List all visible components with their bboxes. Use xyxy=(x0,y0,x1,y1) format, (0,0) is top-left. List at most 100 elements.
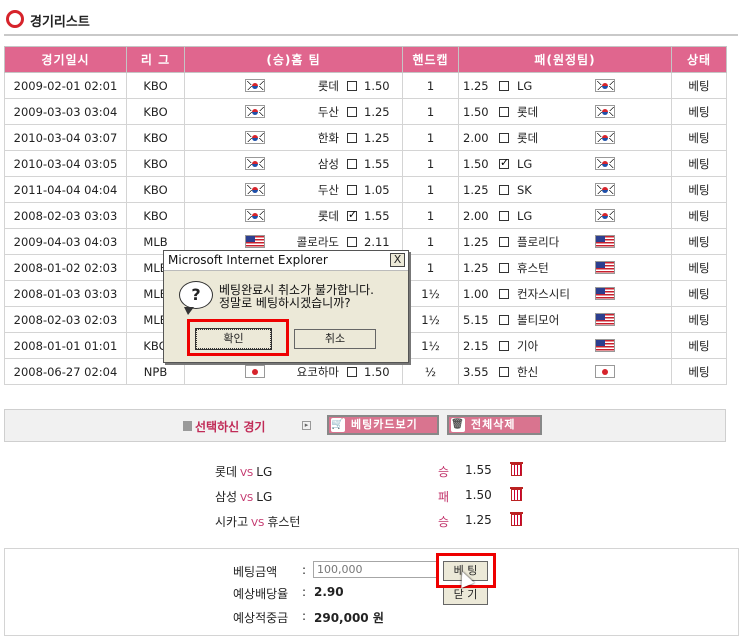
league: KBO xyxy=(126,176,185,203)
slip-item: 롯데 VS LG 승 1.55 xyxy=(215,460,535,482)
status-link[interactable]: 베팅 xyxy=(671,150,727,177)
flag-icon xyxy=(245,183,265,196)
home-checkbox[interactable] xyxy=(347,132,357,143)
handicap: 1½ xyxy=(402,280,459,307)
home-checkbox[interactable] xyxy=(347,236,357,247)
home-checkbox[interactable] xyxy=(347,366,357,377)
away-team: LG xyxy=(517,78,533,93)
slip-pick: 패 xyxy=(438,490,450,504)
away-checkbox[interactable] xyxy=(499,340,509,351)
cancel-button[interactable]: 취소 xyxy=(294,329,376,349)
slip-vs: VS xyxy=(240,493,254,504)
question-icon: ? xyxy=(179,281,213,315)
flag-icon xyxy=(595,209,615,222)
away-checkbox[interactable] xyxy=(499,106,509,117)
away-checkbox[interactable] xyxy=(499,156,509,169)
away-cell: 3.55 한신 xyxy=(458,358,672,385)
slip-vs: VS xyxy=(251,518,265,529)
status-link[interactable]: 베팅 xyxy=(671,176,727,203)
flag-icon xyxy=(595,261,615,274)
expected-rate-value: 2.90 xyxy=(314,585,344,599)
dialog-message: 베팅완료시 취소가 불가합니다. 정말로 베팅하시겠습니까? xyxy=(219,284,374,310)
away-odds: 2.15 xyxy=(463,338,489,353)
status-link[interactable]: 베팅 xyxy=(671,124,727,151)
flag-icon xyxy=(595,313,615,326)
slip-match: 시카고 VS 휴스턴 xyxy=(215,513,300,530)
close-icon[interactable]: X xyxy=(390,253,405,267)
trash-icon[interactable] xyxy=(510,487,523,501)
away-checkbox[interactable] xyxy=(499,314,509,325)
away-team: 컨자스시티 xyxy=(517,286,570,301)
away-odds: 5.15 xyxy=(463,312,489,327)
away-checkbox[interactable] xyxy=(499,288,509,299)
dialog-title: Microsoft Internet Explorer xyxy=(168,253,328,267)
away-odds: 2.00 xyxy=(463,130,489,145)
flag-icon xyxy=(245,235,265,248)
expected-payout-label: 예상적중금 xyxy=(233,611,289,625)
home-checkbox[interactable] xyxy=(347,184,357,195)
game-date: 2008-01-01 01:01 xyxy=(4,332,127,359)
home-checkbox[interactable] xyxy=(347,106,357,117)
game-date: 2009-02-01 02:01 xyxy=(4,72,127,99)
handicap: 1½ xyxy=(402,306,459,333)
status-link[interactable]: 베팅 xyxy=(671,306,727,333)
slip-item: 삼성 VS LG 패 1.50 xyxy=(215,485,535,507)
slip-away: LG xyxy=(256,465,273,479)
away-checkbox[interactable] xyxy=(499,236,509,247)
close-button[interactable]: 닫 기 xyxy=(443,585,488,605)
away-odds: 1.25 xyxy=(463,260,489,275)
away-cell: 2.00 롯데 xyxy=(458,124,672,151)
delete-all-button[interactable]: 🗑 전체삭제 xyxy=(447,415,542,435)
status-link[interactable]: 베팅 xyxy=(671,280,727,307)
trash-icon[interactable] xyxy=(510,462,523,476)
status-link[interactable]: 베팅 xyxy=(671,358,727,385)
col-league: 리 그 xyxy=(126,46,185,73)
home-team: 한화 xyxy=(317,130,339,145)
flag-icon xyxy=(595,183,615,196)
selection-label: 선택하신 경기 xyxy=(195,420,266,434)
away-checkbox[interactable] xyxy=(499,262,509,273)
status-link[interactable]: 베팅 xyxy=(671,72,727,99)
home-checkbox[interactable] xyxy=(347,208,357,221)
home-checkbox[interactable] xyxy=(347,158,357,169)
bet-amount-input[interactable]: 100,000 xyxy=(313,561,437,578)
table-row: 2009-03-03 03:04 KBO 두산 1.25 1 1.50 롯데 베팅 xyxy=(4,98,727,125)
game-date: 2009-04-03 04:03 xyxy=(4,228,127,255)
status-link[interactable]: 베팅 xyxy=(671,254,727,281)
trash-icon: 🗑 xyxy=(451,418,465,432)
home-checkbox[interactable] xyxy=(347,80,357,91)
handicap: 1 xyxy=(402,98,459,125)
flag-icon xyxy=(245,209,265,222)
flag-icon xyxy=(245,157,265,170)
table-row: 2008-02-03 03:03KBO 롯데 1.55 1 2.00 LG 베팅 xyxy=(4,202,727,229)
home-team: 요코하마 xyxy=(296,364,339,379)
away-checkbox[interactable] xyxy=(499,210,509,221)
trash-icon[interactable] xyxy=(510,512,523,526)
slip-match: 삼성 VS LG xyxy=(215,488,272,505)
home-team: 롯데 xyxy=(317,208,339,223)
away-checkbox[interactable] xyxy=(499,80,509,91)
col-handicap: 핸드캡 xyxy=(402,46,459,73)
status-link[interactable]: 베팅 xyxy=(671,98,727,125)
view-bet-card-button[interactable]: 🛒 베팅카드보기 xyxy=(327,415,439,435)
game-date: 2010-03-04 03:05 xyxy=(4,150,127,177)
game-date: 2008-01-02 02:03 xyxy=(4,254,127,281)
away-cell: 5.15 볼티모어 xyxy=(458,306,672,333)
away-checkbox[interactable] xyxy=(499,184,509,195)
status-link[interactable]: 베팅 xyxy=(671,202,727,229)
slip-away: 휴스턴 xyxy=(267,515,301,529)
bet-amount-label: 베팅금액 xyxy=(233,565,278,579)
flag-icon xyxy=(595,365,615,378)
home-cell: 한화 1.25 xyxy=(184,124,403,151)
away-checkbox[interactable] xyxy=(499,366,509,377)
flag-icon xyxy=(595,235,615,248)
away-team: 한신 xyxy=(517,364,539,379)
status-link[interactable]: 베팅 xyxy=(671,228,727,255)
away-checkbox[interactable] xyxy=(499,132,509,143)
home-team: 두산 xyxy=(317,104,339,119)
away-team: 휴스턴 xyxy=(517,260,549,275)
table-row: 2010-03-04 03:07 KBO 한화 1.25 1 2.00 롯데 베팅 xyxy=(4,124,727,151)
status-link[interactable]: 베팅 xyxy=(671,332,727,359)
ok-button-highlight xyxy=(187,319,289,356)
colon: : xyxy=(302,563,307,577)
